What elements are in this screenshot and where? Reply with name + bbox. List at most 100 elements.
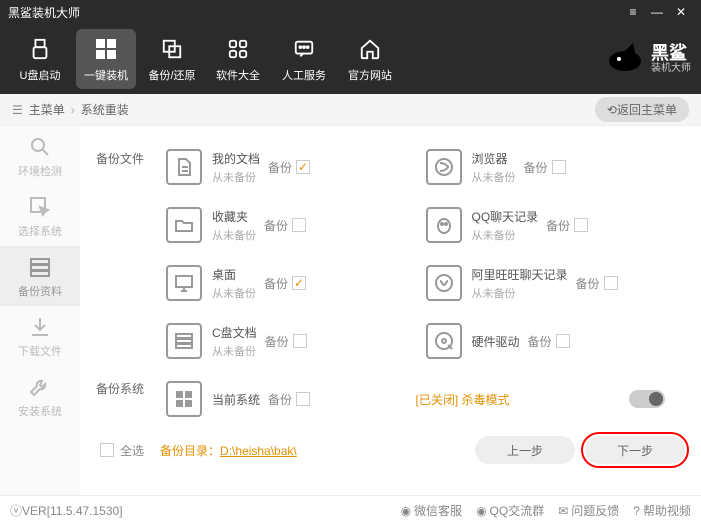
item-title: 桌面 [212, 266, 256, 283]
sidebar-env[interactable]: 环境检测 [0, 126, 80, 186]
kill-mode-toggle[interactable] [629, 390, 665, 408]
backup-row: 桌面从未备份 备份✓ 阿里旺旺聊天记录从未备份 备份 [166, 254, 685, 312]
select-all-label: 全选 [120, 442, 144, 459]
status-wechat[interactable]: ◉微信客服 [401, 502, 463, 519]
backup-row: 当前系统 备份 [已关闭] 杀毒模式 [166, 370, 685, 428]
menu-icon[interactable]: ≡ [621, 5, 645, 19]
apps-icon [227, 35, 249, 63]
checkbox-selectall[interactable] [100, 443, 114, 457]
nav-website[interactable]: 官方网站 [340, 29, 400, 89]
item-sub: 从未备份 [472, 285, 568, 301]
server-icon [28, 254, 52, 280]
breadcrumb: ☰ 主菜单 › 系统重装 ⟲ 返回主菜单 [0, 94, 701, 126]
qq-icon [426, 207, 462, 243]
nav-usb[interactable]: U盘启动 [10, 29, 70, 89]
next-button[interactable]: 下一步 [585, 436, 685, 464]
section-system-label: 备份系统 [96, 380, 144, 397]
path-label: 备份目录： [160, 444, 220, 458]
backup-row: C盘文档从未备份 备份 硬件驱动 备份 [166, 312, 685, 370]
checkbox-driver[interactable] [556, 334, 570, 348]
item-title: 我的文档 [212, 150, 260, 167]
close-icon[interactable]: ✕ [669, 5, 693, 19]
help-icon: ? [633, 504, 640, 518]
checkbox-qq[interactable] [574, 218, 588, 232]
sidebar-install[interactable]: 安装系统 [0, 366, 80, 426]
nav-service[interactable]: 人工服务 [274, 29, 334, 89]
item-title: 收藏夹 [212, 208, 256, 225]
wangwang-icon [426, 265, 462, 301]
checkbox-fav[interactable] [292, 218, 306, 232]
status-qq[interactable]: ◉QQ交流群 [476, 502, 544, 519]
item-title: 浏览器 [472, 150, 516, 167]
main-panel: 备份文件 备份系统 我的文档从未备份 备份✓ 浏览器从未备份 备份 [80, 126, 701, 495]
copy-icon [161, 35, 183, 63]
item-title: QQ聊天记录 [472, 208, 539, 225]
top-nav: U盘启动 一键装机 备份/还原 软件大全 人工服务 官方网站 黑鲨 装机大师 [0, 24, 701, 94]
item-title: 阿里旺旺聊天记录 [472, 266, 568, 283]
kill-mode-label: [已关闭] 杀毒模式 [416, 391, 510, 408]
breadcrumb-root[interactable]: 主菜单 [29, 101, 65, 118]
version-icon: ⓥ [10, 502, 22, 519]
item-title: 当前系统 [212, 391, 260, 408]
brand: 黑鲨 装机大师 [605, 39, 691, 79]
sidebar: 环境检测 选择系统 备份资料 下载文件 安装系统 [0, 126, 80, 495]
breadcrumb-current: 系统重装 [81, 101, 129, 118]
qq-small-icon: ◉ [476, 504, 486, 518]
nav-software[interactable]: 软件大全 [208, 29, 268, 89]
browser-icon [426, 149, 462, 185]
backup-row: 我的文档从未备份 备份✓ 浏览器从未备份 备份 [166, 138, 685, 196]
backup-path-link[interactable]: D:\heisha\bak\ [220, 444, 297, 458]
chat-icon [293, 35, 315, 63]
sidebar-select[interactable]: 选择系统 [0, 186, 80, 246]
wechat-icon: ◉ [401, 504, 411, 518]
windows-icon [94, 35, 118, 63]
item-sub: 从未备份 [212, 285, 256, 301]
sidebar-backup[interactable]: 备份资料 [0, 246, 80, 306]
backup-row: 收藏夹从未备份 备份 QQ聊天记录从未备份 备份 [166, 196, 685, 254]
statusbar: ⓥ VER[11.5.47.1530] ◉微信客服 ◉QQ交流群 ✉问题反馈 ?… [0, 495, 701, 525]
version-text: VER[11.5.47.1530] [22, 504, 123, 518]
prev-button[interactable]: 上一步 [475, 436, 575, 464]
windows-small-icon [166, 381, 202, 417]
gear-search-icon [28, 134, 52, 160]
driver-icon [426, 323, 462, 359]
back-button[interactable]: ⟲ 返回主菜单 [595, 97, 689, 122]
nav-backup[interactable]: 备份/还原 [142, 29, 202, 89]
cursor-icon [28, 194, 52, 220]
home-icon [359, 35, 381, 63]
item-sub: 从未备份 [472, 169, 516, 185]
folder-icon [166, 207, 202, 243]
window-title: 黑鲨装机大师 [8, 4, 621, 21]
document-icon [166, 149, 202, 185]
item-sub: 从未备份 [472, 227, 539, 243]
section-files-label: 备份文件 [96, 150, 144, 167]
monitor-icon [166, 265, 202, 301]
footer-row: 全选 备份目录：D:\heisha\bak\ 上一步 下一步 [96, 436, 685, 472]
chevron-right-icon: › [71, 103, 75, 117]
item-sub: 从未备份 [212, 343, 257, 359]
sidebar-download[interactable]: 下载文件 [0, 306, 80, 366]
usb-icon [29, 35, 51, 63]
checkbox-ali[interactable] [604, 276, 618, 290]
minimize-icon[interactable]: — [645, 5, 669, 19]
wrench-icon [28, 374, 52, 400]
disk-icon [166, 323, 202, 359]
status-help[interactable]: ?帮助视频 [633, 502, 691, 519]
checkbox-cdisk[interactable] [293, 334, 307, 348]
back-arrow-icon: ⟲ [607, 103, 617, 117]
checkbox-browser[interactable] [552, 160, 566, 174]
checkbox-desktop[interactable]: ✓ [292, 276, 306, 290]
shark-icon [605, 39, 645, 79]
titlebar: 黑鲨装机大师 ≡ — ✕ [0, 0, 701, 24]
item-title: 硬件驱动 [472, 333, 520, 350]
status-feedback[interactable]: ✉问题反馈 [558, 502, 619, 519]
nav-oneclick[interactable]: 一键装机 [76, 29, 136, 89]
item-title: C盘文档 [212, 324, 257, 341]
feedback-icon: ✉ [558, 504, 568, 518]
item-sub: 从未备份 [212, 227, 256, 243]
list-icon: ☰ [12, 103, 23, 117]
checkbox-docs[interactable]: ✓ [296, 160, 310, 174]
checkbox-cursys[interactable] [296, 392, 310, 406]
item-sub: 从未备份 [212, 169, 260, 185]
download-icon [28, 314, 52, 340]
